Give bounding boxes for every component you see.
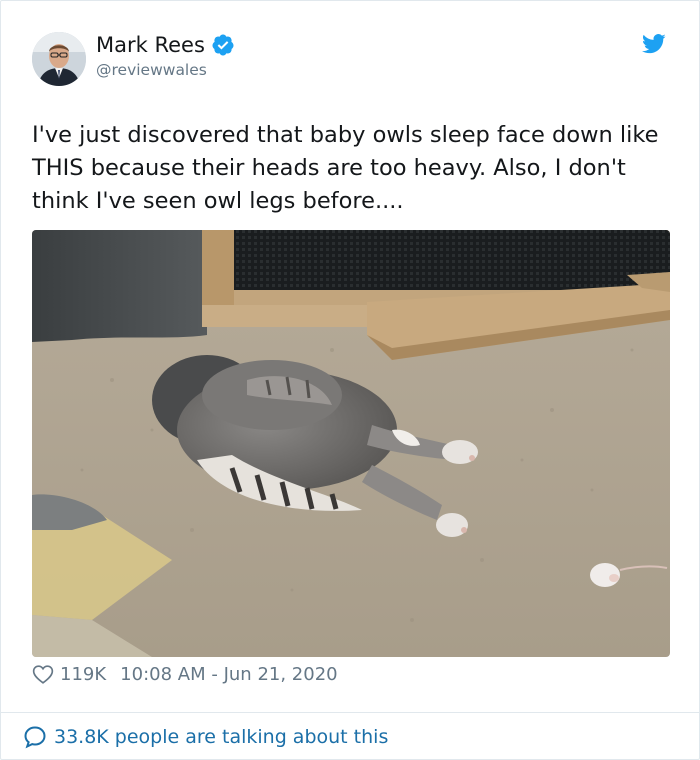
owl-photo <box>32 230 670 657</box>
tweet-photo[interactable] <box>32 230 670 657</box>
like-count[interactable]: 119K <box>60 664 106 685</box>
tweet-card: Mark Rees @reviewwales I've just discove… <box>0 0 700 760</box>
verified-badge-icon <box>211 33 235 57</box>
avatar-image <box>32 32 86 86</box>
tweet-date[interactable]: Jun 21, 2020 <box>224 664 338 685</box>
author-display-name[interactable]: Mark Rees <box>96 32 235 58</box>
twitter-bird-icon[interactable] <box>642 34 666 54</box>
heart-icon[interactable] <box>32 663 54 685</box>
tweet-time[interactable]: 10:08 AM <box>120 664 205 685</box>
author-name-text[interactable]: Mark Rees <box>96 32 205 58</box>
speech-bubble-icon <box>23 725 47 749</box>
avatar[interactable] <box>32 32 86 86</box>
footer-divider <box>1 712 699 713</box>
tweet-text: I've just discovered that baby owls slee… <box>32 122 659 214</box>
author-handle[interactable]: @reviewwales <box>96 60 207 80</box>
tweet-meta: 119K 10:08 AM - Jun 21, 2020 <box>32 659 338 689</box>
conversation-link[interactable]: 33.8K people are talking about this <box>23 722 388 752</box>
conversation-label[interactable]: 33.8K people are talking about this <box>54 726 388 748</box>
